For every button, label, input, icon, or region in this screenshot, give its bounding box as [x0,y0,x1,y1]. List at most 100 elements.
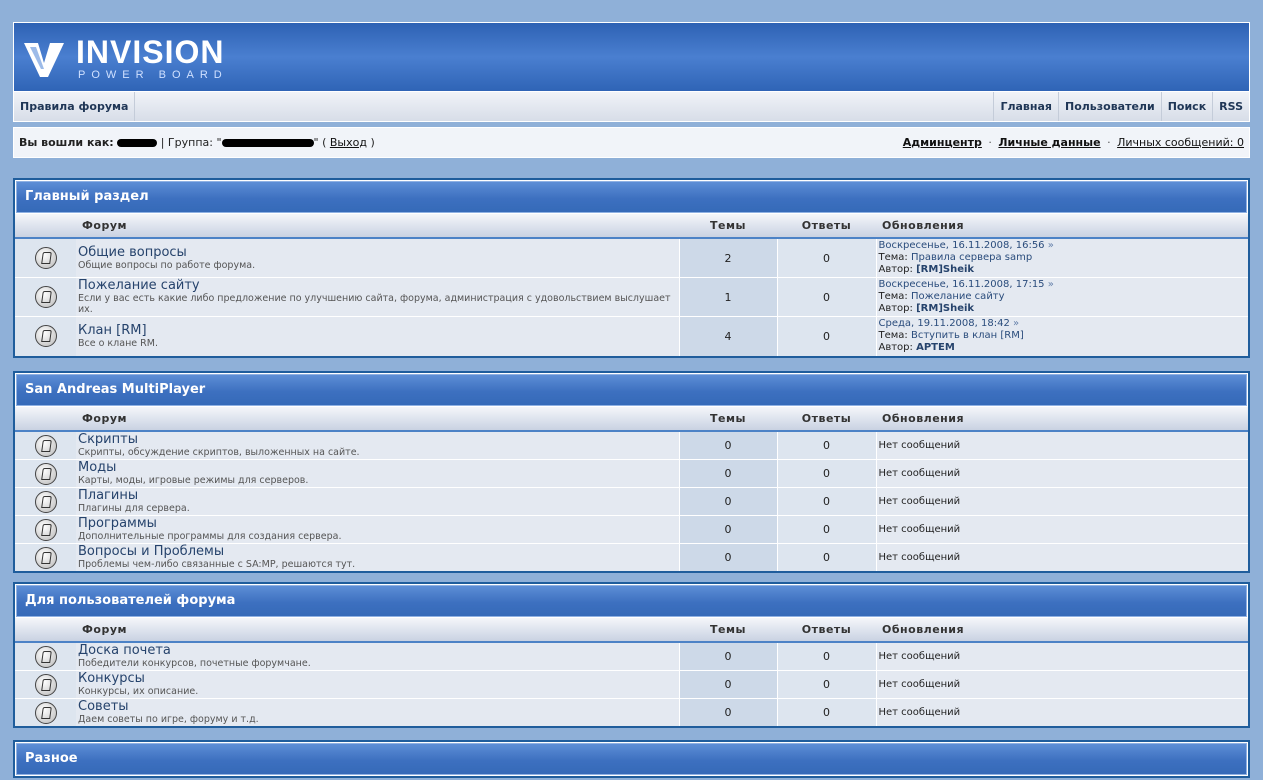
forum-name-link[interactable]: Вопросы и Проблемы [78,545,678,559]
messages-link[interactable]: Личных сообщений: 0 [1117,136,1244,149]
last-post-date-link[interactable]: Среда, 19.11.2008, 18:42 [879,318,1010,329]
forum-name-link[interactable]: Плагины [78,489,678,503]
user-links: Админцентр · Личные данные · Личных сооб… [903,136,1244,149]
nav-members-link[interactable]: Пользователи [1057,92,1161,121]
forum-name-link[interactable]: Конкурсы [78,672,678,686]
category-title[interactable]: Главный раздел [16,181,1247,213]
forum-info-cell: Клан [RM] Все о клане RM. [76,316,679,356]
icon-column-header [15,407,76,432]
last-topic-link[interactable]: Вступить в клан [RM] [911,330,1024,341]
forum-row: Пожелание сайту Если у вас есть какие либ… [15,277,1248,317]
no-posts-text: Нет сообщений [878,439,961,451]
go-to-last-post-icon[interactable]: » [1048,279,1054,290]
forum-read-status-icon[interactable] [34,286,57,308]
icon-column-header [15,214,76,239]
last-author-link[interactable]: АРТЕМ [916,342,955,353]
no-posts-text: Нет сообщений [878,495,961,507]
forum-info-cell: Программы Дополнительные программы для со… [76,515,679,544]
go-to-last-post-icon[interactable]: » [1048,240,1054,251]
forum-name-link[interactable]: Программы [78,517,678,531]
topics-count: 0 [678,487,777,516]
last-post-cell: Нет сообщений [875,543,1248,571]
logo-subtitle: POWER BOARD [78,69,228,81]
forum-read-status-icon[interactable] [34,462,57,485]
replies-count: 0 [776,698,876,726]
nav-rss-link[interactable]: RSS [1212,92,1249,121]
author-label: Автор: [878,303,913,314]
admin-center-link[interactable]: Админцентр [903,136,982,149]
replies-column-header: Ответы [777,214,876,239]
category-title[interactable]: San Andreas MultiPlayer [16,374,1247,406]
category-title[interactable]: Разное [16,743,1247,775]
forum-read-status-icon[interactable] [34,673,57,696]
forum-description: Победители конкурсов, почетные форумчане… [78,658,311,669]
forum-row: Моды Карты, моды, игровые режимы для серв… [15,459,1248,488]
forum-info-cell: Скрипты Скрипты, обсуждение скриптов, выл… [76,430,679,460]
topics-count: 0 [678,698,777,726]
topic-label: Тема: [878,291,908,302]
topics-count: 0 [678,641,777,671]
last-author-link[interactable]: [RM]Sheik [916,264,974,275]
nav-home-link[interactable]: Главная [993,92,1058,121]
last-topic-link[interactable]: Пожелание сайту [911,291,1005,302]
profile-link[interactable]: Личные данные [998,136,1100,149]
forum-category: San Andreas MultiPlayer Форум Темы Ответы Об… [13,371,1250,573]
user-info: Вы вошли как: | Группа: " " ( Выход ) [19,136,375,149]
forum-read-status-icon[interactable] [34,546,57,569]
topics-count: 0 [678,670,777,699]
last-post-cell: Среда, 19.11.2008, 18:42 » Тема: Вступить… [875,316,1248,356]
forum-name-link[interactable]: Советы [78,700,678,714]
forum-description: Общие вопросы по работе форума. [78,259,256,271]
forum-description: Конкурсы, их описание. [78,686,199,697]
replies-count: 0 [776,316,876,356]
forum-read-status-icon[interactable] [34,247,57,269]
forum-column-header: Форум [76,214,679,239]
last-author-link[interactable]: [RM]Sheik [916,303,974,314]
forum-read-status-icon[interactable] [34,645,57,668]
forum-icon-cell [15,459,76,488]
go-to-last-post-icon[interactable]: » [1013,318,1019,329]
logout-link[interactable]: Выход [330,136,367,149]
forum-row: Конкурсы Конкурсы, их описание. 0 0 Нет сооб… [15,670,1248,699]
forum-read-status-icon[interactable] [34,518,57,541]
logo-title: INVISION [76,34,225,70]
forum-table: Форум Темы Ответы Обновления Скрипты Скрипты,… [15,407,1248,571]
forum-name-link[interactable]: Клан [RM] [78,323,678,338]
forum-name-link[interactable]: Пожелание сайту [78,279,678,293]
forum-icon-cell [15,237,76,278]
forum-category: Разное [13,740,1250,778]
forum-name-link[interactable]: Общие вопросы [78,245,678,260]
updates-column-header: Обновления [876,618,1248,643]
forum-icon-cell [15,670,76,699]
invision-logo-icon[interactable] [24,39,64,79]
forum-name-link[interactable]: Скрипты [78,433,678,447]
forum-description: Скрипты, обсуждение скриптов, выложенных… [78,447,360,458]
forum-icon-cell [15,515,76,544]
replies-count: 0 [776,237,876,278]
last-post-date-link[interactable]: Воскресенье, 16.11.2008, 16:56 [879,240,1045,251]
last-post-cell: Воскресенье, 16.11.2008, 17:15 » Тема: По… [875,277,1248,317]
separator: · [1107,136,1111,149]
forum-read-status-icon[interactable] [34,434,57,457]
nav-rules-link[interactable]: Правила форума [14,92,136,121]
forum-read-status-icon[interactable] [34,490,57,513]
forum-icon-cell [15,487,76,516]
forum-info-cell: Советы Даем советы по игре, форуму и т.д. [76,698,679,726]
last-topic-link[interactable]: Правила сервера samp [911,252,1032,263]
forum-row: Общие вопросы Общие вопросы по работе фор… [15,237,1248,278]
category-title[interactable]: Для пользователей форума [16,585,1247,617]
topic-label: Тема: [878,252,908,263]
forum-description: Даем советы по игре, форуму и т.д. [78,714,259,725]
author-label: Автор: [878,342,913,354]
forum-read-status-icon[interactable] [34,701,57,724]
topics-count: 0 [678,515,777,544]
username-redacted[interactable] [117,139,158,147]
forum-name-link[interactable]: Доска почета [78,644,678,658]
logo-text[interactable]: INVISION POWER BOARD [76,35,228,81]
topics-count: 0 [678,543,777,571]
last-post-date-link[interactable]: Воскресенье, 16.11.2008, 17:15 [879,279,1045,290]
forum-icon-cell [15,430,76,460]
forum-name-link[interactable]: Моды [78,461,678,475]
forum-read-status-icon[interactable] [34,325,57,348]
nav-search-link[interactable]: Поиск [1160,92,1212,121]
